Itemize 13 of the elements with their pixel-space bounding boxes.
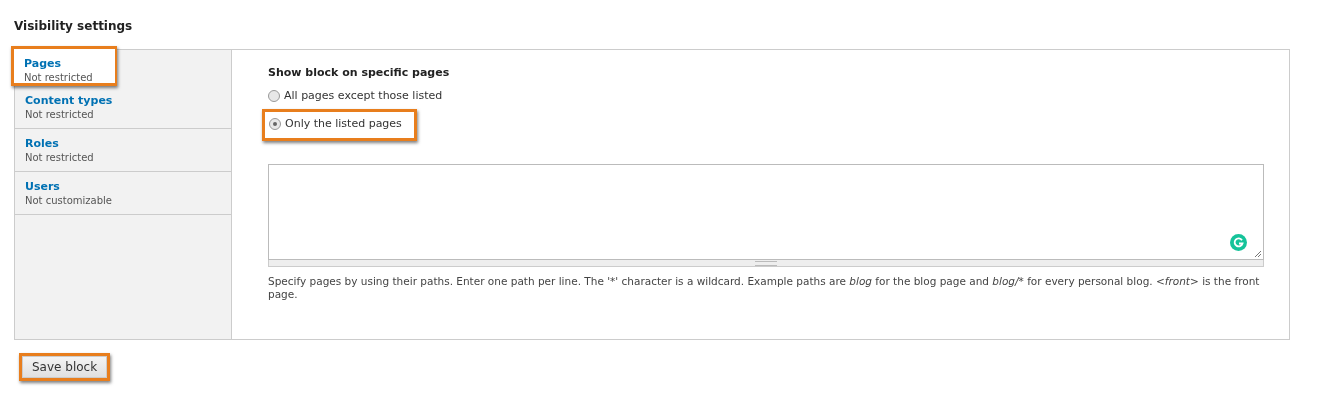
section-heading: Visibility settings — [14, 18, 134, 33]
vertical-tab[interactable]: Pages Not restricted — [14, 49, 115, 83]
resize-handle-icon[interactable] — [1254, 250, 1262, 258]
help-text: Specify pages by using their paths. Enter one path per line. The '*' character is a wildcard. Example paths are blog for the blog page and blog/* for every personal blog. <front> is the front page. — [268, 275, 1261, 301]
radio-button[interactable] — [268, 89, 280, 102]
section-title: Show block on specific pages — [268, 66, 451, 79]
save-button[interactable]: Save block — [22, 356, 108, 378]
resize-grip[interactable] — [268, 260, 1264, 267]
radio-button[interactable] — [269, 117, 281, 130]
radio-option[interactable]: All pages except those listed — [268, 87, 443, 104]
radio-option[interactable]: Only the listed pages — [269, 115, 402, 132]
circle-arrow-icon[interactable] — [1230, 234, 1247, 251]
text-area[interactable] — [268, 164, 1264, 260]
